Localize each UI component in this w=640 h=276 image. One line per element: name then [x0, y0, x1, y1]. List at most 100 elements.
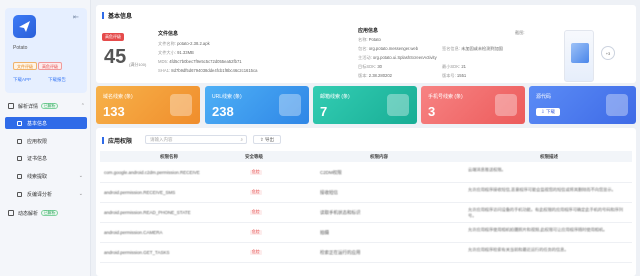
card-email-clues[interactable]: 邮箱线索 (条) 7 [313, 86, 417, 124]
main-content: 基本信息 高危评级 45 (满分100) 文件信息 文件名称: potato-2… [91, 0, 640, 276]
sidebar-item-clues[interactable]: 线索提取 ⌄ [5, 170, 87, 182]
phone-icon [495, 94, 517, 116]
field-label: 版本号: [442, 73, 456, 78]
field-value: 21 [461, 64, 466, 69]
nav-group-label: 解析详情 [18, 103, 39, 110]
permission-name: android.permission.GET_TASKS [104, 250, 170, 255]
sidebar-item-certificate[interactable]: 证书信息 [5, 152, 87, 164]
screenshot-label: 截图: [515, 30, 525, 35]
permission-desc: 允许应用程序使用相机拍摄照片和视频,此权限可让应用程序随时使用相机。 [468, 227, 608, 232]
nav-group-dynamic[interactable]: 动态解析 已解析 [0, 207, 91, 219]
level-badge: 危险 [250, 230, 262, 235]
section-title-text: 应用权限 [108, 139, 133, 145]
dynamic-icon [8, 210, 14, 216]
file-info-title: 文件信息 [158, 31, 179, 37]
section-title: 应用权限 [102, 136, 132, 145]
level-badge: 危险 [250, 250, 262, 255]
field-value: 30 [377, 64, 382, 69]
card-value: 7 [320, 104, 328, 119]
search-input[interactable]: 请输入内容 ⌕ [145, 135, 247, 144]
permission-content: 读取手机状态和标识 [320, 210, 361, 215]
field-label: MD5: [158, 59, 169, 64]
table-row: android.permission.CAMERA 危险 拍摄 允许应用程序使用… [100, 224, 632, 243]
app-info-row: 最小SDK: 21 [442, 64, 466, 70]
field-value: org.potato.messenger.web [368, 46, 419, 51]
permission-name: com.google.android.c2dm.permission.RECEI… [104, 170, 200, 175]
field-value: 2.38.280202 [368, 73, 393, 78]
permission-icon [17, 138, 22, 144]
app-info-row: 版本号: 1551 [442, 73, 466, 79]
title-bar [102, 137, 104, 144]
sidebar: ⇤ Potato 文件评级 高危评级 下载APP 下载报告 解析详情 已解析 ⌃… [0, 0, 91, 276]
download-report-link[interactable]: 下载报告 [48, 77, 66, 83]
permissions-panel: 应用权限 请输入内容 ⌕ ⇪ 导出 权限名称 安全等级 权限内容 权限描述 co… [96, 128, 636, 276]
permission-name: android.permission.RECEIVE_SMS [104, 190, 176, 195]
field-label: 文件大小: [158, 50, 176, 55]
card-label: 源代码 [536, 94, 552, 100]
app-info-row: 名称: Potato [358, 37, 381, 43]
field-label: 目标SDK: [358, 64, 377, 69]
field-value: 91.33MB [177, 50, 194, 55]
column-header: 权限内容 [370, 154, 388, 159]
card-domain-clues[interactable]: 域名线索 (条) 133 [96, 86, 200, 124]
card-value: 133 [103, 104, 125, 119]
more-screenshots-button[interactable]: +3 [601, 46, 615, 60]
app-card: ⇤ Potato 文件评级 高危评级 下载APP 下载报告 [5, 8, 87, 93]
field-value: Potato [368, 37, 381, 42]
code-file-icon [606, 94, 628, 116]
field-value: 8d7b9df5d6794038dde4fcb1f8bc46c2c1615ca [171, 68, 258, 73]
field-value: 4fd5c7b0bec7f9e5c5c72d055ea52fb71 [169, 59, 242, 64]
section-title: 基本信息 [102, 11, 132, 20]
app-info-title: 应用信息 [358, 28, 379, 34]
card-phone-clues[interactable]: 手机号线索 (条) 3 [421, 86, 525, 124]
search-icon: ⌕ [240, 137, 243, 142]
collapse-icon[interactable]: ⇤ [73, 14, 81, 22]
globe-icon [170, 94, 192, 116]
chevron-up-icon: ⌃ [80, 103, 85, 109]
card-label: 手机号线索 (条) [428, 94, 463, 100]
app-screenshot[interactable] [564, 30, 594, 82]
card-value: 3 [428, 104, 436, 119]
export-button[interactable]: ⇪ 导出 [253, 135, 281, 144]
card-value: 238 [212, 104, 234, 119]
sidebar-item-basic-info[interactable]: 基本信息 [5, 117, 87, 129]
nav-group-parse-detail[interactable]: 解析详情 已解析 ⌃ [0, 100, 91, 112]
sidebar-item-label: 反编译分析 [27, 191, 53, 198]
field-label: 签名信息: [442, 46, 460, 51]
screenshot-image [571, 43, 589, 63]
score-max: (满分100) [129, 62, 147, 67]
file-info-row: 文件大小: 91.33MB [158, 50, 194, 56]
file-info-row: SHA1: 8d7b9df5d6794038dde4fcb1f8bc46c2c1… [158, 68, 257, 73]
sidebar-item-label: 应用权限 [27, 138, 48, 145]
export-label: 导出 [265, 137, 275, 142]
download-label: 下载 [546, 109, 556, 114]
section-title-text: 基本信息 [108, 14, 133, 20]
tag-risk-rating: 高危评级 [38, 62, 62, 70]
permission-desc: 允许应用程序接收短信,恶意程序可能会监视您的短信或将其删除而不向您显示。 [468, 187, 616, 192]
card-url-clues[interactable]: URL线索 (条) 238 [205, 86, 309, 124]
card-label: 域名线索 (条) [103, 94, 133, 100]
field-value: org.potato.ui.SplashScreenActivity [372, 55, 437, 60]
risk-score: 45 [104, 46, 127, 68]
app-info-row: 包名: org.potato.messenger.web [358, 46, 418, 52]
field-label: SHA1: [158, 68, 171, 73]
sidebar-item-label: 线索提取 [27, 173, 48, 180]
download-source-button[interactable]: ⇩ 下载 [536, 108, 561, 116]
permission-content: 接收短信 [320, 190, 338, 195]
sidebar-item-permissions[interactable]: 应用权限 [5, 135, 87, 147]
status-badge: 已解析 [41, 103, 59, 109]
permission-content: 拍摄 [320, 230, 329, 235]
title-bar [102, 12, 104, 19]
permission-desc: 允许应用程序访问设备的手机功能。有此权限的应用程序可确定此手机的号码和序列号。 [468, 207, 623, 218]
sidebar-item-decompile[interactable]: 反编译分析 ⌄ [5, 188, 87, 200]
app-name: Potato [13, 45, 28, 51]
field-label: 包名: [358, 46, 368, 51]
field-label: 名称: [358, 37, 368, 42]
file-info-row: 文件名称: potato-2.38.2.apk [158, 41, 210, 47]
card-label: 邮箱线索 (条) [320, 94, 350, 100]
sidebar-item-label: 基本信息 [27, 120, 48, 127]
table-row: android.permission.RECEIVE_SMS 危险 接收短信 允… [100, 184, 632, 203]
search-placeholder: 请输入内容 [150, 137, 173, 142]
download-app-link[interactable]: 下载APP [13, 77, 31, 83]
nav-group-label: 动态解析 [18, 210, 39, 217]
